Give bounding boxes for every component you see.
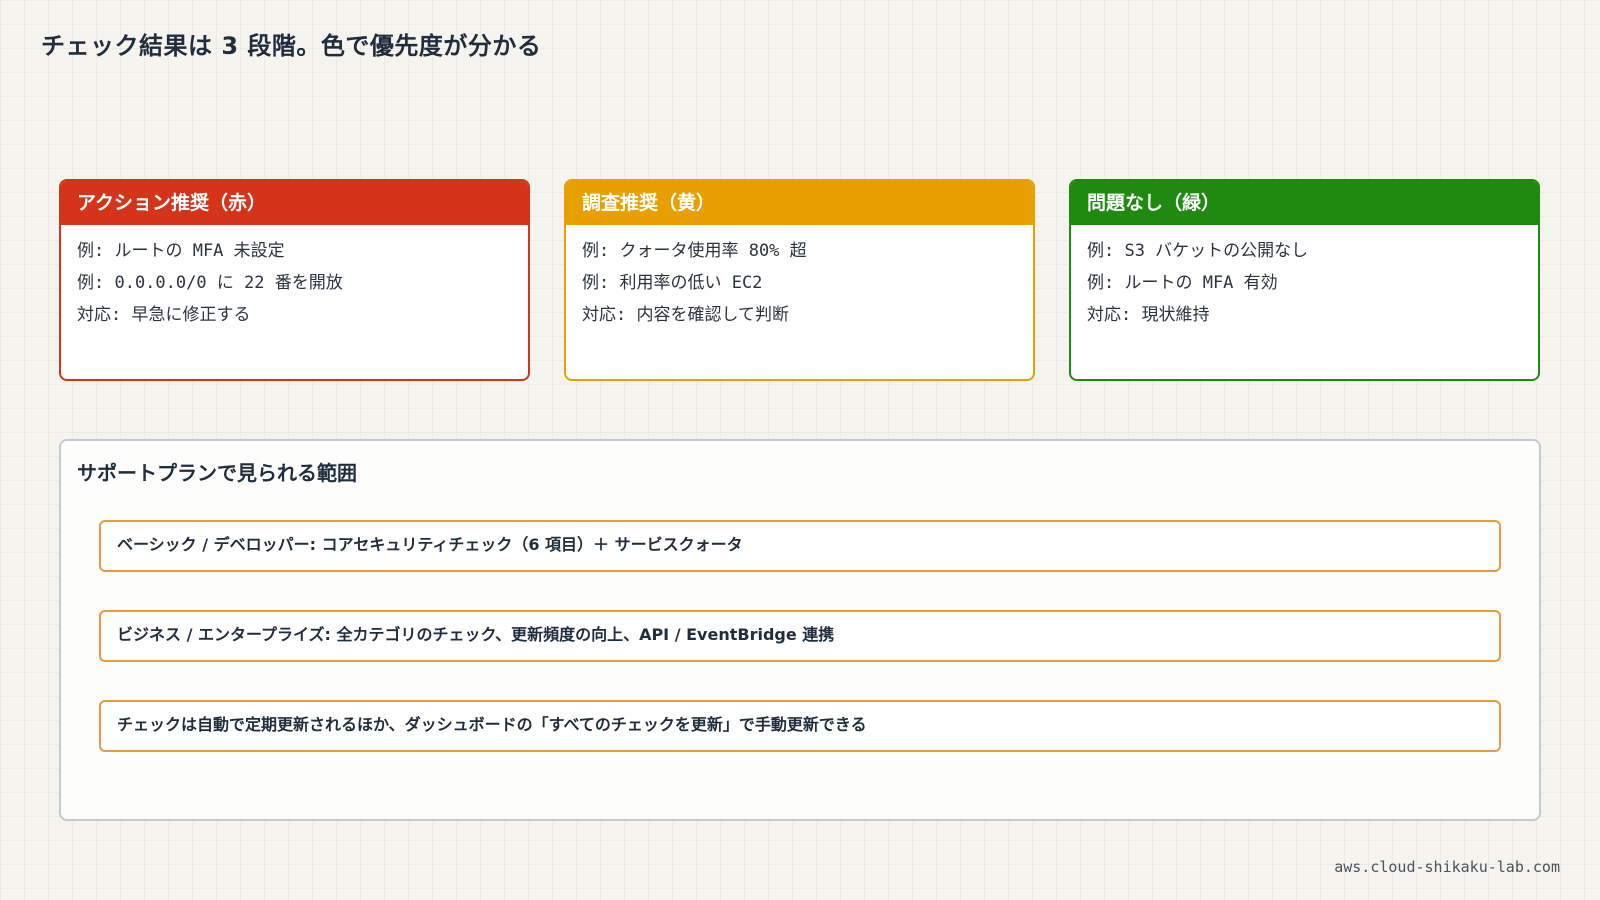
plan-row-refresh-note: チェックは自動で定期更新されるほか、ダッシュボードの「すべてのチェックを更新」で… bbox=[99, 700, 1501, 752]
status-cards: アクション推奨（赤） 例: ルートの MFA 未設定 例: 0.0.0.0/0 … bbox=[59, 179, 1541, 381]
card-body: 例: ルートの MFA 未設定 例: 0.0.0.0/0 に 22 番を開放 対… bbox=[61, 225, 528, 331]
card-investigation-recommended: 調査推奨（黄） 例: クォータ使用率 80% 超 例: 利用率の低い EC2 対… bbox=[564, 179, 1035, 381]
card-line: 例: ルートの MFA 有効 bbox=[1087, 273, 1278, 293]
card-header-action-recommended: アクション推奨（赤） bbox=[61, 181, 528, 225]
card-line: 対応: 早急に修正する bbox=[77, 305, 251, 325]
card-line: 対応: 現状維持 bbox=[1087, 305, 1210, 325]
card-line: 対応: 内容を確認して判断 bbox=[582, 305, 789, 325]
card-line: 例: 0.0.0.0/0 に 22 番を開放 bbox=[77, 273, 343, 293]
card-line: 例: S3 バケットの公開なし bbox=[1087, 241, 1309, 261]
plan-row-business-enterprise: ビジネス / エンタープライズ: 全カテゴリのチェック、更新頻度の向上、API … bbox=[99, 610, 1501, 662]
card-header-no-problem: 問題なし（緑） bbox=[1071, 181, 1538, 225]
card-header-investigation-recommended: 調査推奨（黄） bbox=[566, 181, 1033, 225]
card-line: 例: ルートの MFA 未設定 bbox=[77, 241, 285, 261]
card-body: 例: クォータ使用率 80% 超 例: 利用率の低い EC2 対応: 内容を確認… bbox=[566, 225, 1033, 331]
card-line: 例: 利用率の低い EC2 bbox=[582, 273, 763, 293]
card-body: 例: S3 バケットの公開なし 例: ルートの MFA 有効 対応: 現状維持 bbox=[1071, 225, 1538, 331]
footer-url: aws.cloud-shikaku-lab.com bbox=[1334, 858, 1560, 876]
card-no-problem: 問題なし（緑） 例: S3 バケットの公開なし 例: ルートの MFA 有効 対… bbox=[1069, 179, 1540, 381]
plan-row-basic-developer: ベーシック / デベロッパー: コアセキュリティチェック（6 項目）＋ サービス… bbox=[99, 520, 1501, 572]
page-title: チェック結果は 3 段階。色で優先度が分かる bbox=[41, 32, 542, 60]
support-plan-panel: サポートプランで見られる範囲 ベーシック / デベロッパー: コアセキュリティチ… bbox=[59, 439, 1541, 821]
support-plan-title: サポートプランで見られる範囲 bbox=[77, 461, 357, 485]
card-line: 例: クォータ使用率 80% 超 bbox=[582, 241, 807, 261]
card-action-recommended: アクション推奨（赤） 例: ルートの MFA 未設定 例: 0.0.0.0/0 … bbox=[59, 179, 530, 381]
